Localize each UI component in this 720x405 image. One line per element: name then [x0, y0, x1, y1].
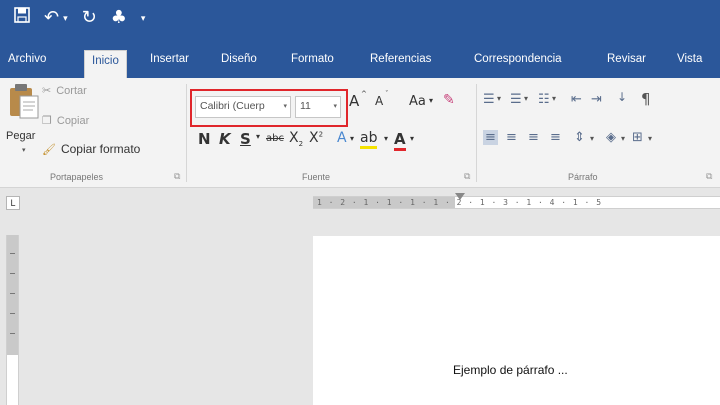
underline-button[interactable]: S: [240, 130, 251, 148]
bullets-icon[interactable]: ☰: [483, 92, 495, 107]
brush-icon: 🖌: [42, 142, 56, 156]
clipboard-group-label: Portapapeles: [50, 172, 104, 182]
multilevel-list-icon[interactable]: ☷: [538, 92, 550, 107]
borders-icon[interactable]: ⊞: [632, 130, 643, 145]
save-icon[interactable]: [14, 7, 30, 29]
numbering-icon[interactable]: ☰: [510, 92, 522, 107]
pilcrow-icon[interactable]: ¶: [641, 90, 651, 108]
document-page[interactable]: Ejemplo de párrafo ...: [313, 236, 720, 405]
ruler-tick: [10, 333, 15, 334]
increase-indent-icon[interactable]: ⇥: [591, 92, 602, 107]
font-color-icon[interactable]: A: [394, 130, 406, 151]
ribbon: Pegar ▾ ✂ Cortar ❐ Copiar 🖌 Copiar forma…: [0, 78, 720, 188]
line-spacing-icon[interactable]: ⇕: [574, 130, 585, 145]
tab-referencias[interactable]: Referencias: [370, 53, 431, 65]
cut-label: Cortar: [56, 84, 87, 97]
font-launcher-icon[interactable]: ⧉: [464, 171, 470, 182]
shading-icon[interactable]: ◈: [606, 130, 616, 145]
superscript-label: X: [309, 130, 319, 146]
bullets-dropdown-icon[interactable]: ▾: [497, 94, 501, 103]
ruler-tick: [10, 293, 15, 294]
clipboard-launcher-icon[interactable]: ⧉: [174, 171, 180, 182]
paste-button-label[interactable]: Pegar: [6, 130, 35, 142]
tab-diseno[interactable]: Diseño: [221, 53, 257, 65]
vertical-ruler[interactable]: [6, 235, 19, 405]
document-paragraph[interactable]: Ejemplo de párrafo ...: [453, 363, 568, 377]
customize-dropdown-icon[interactable]: ▾: [141, 13, 146, 24]
clear-formatting-icon[interactable]: ✎: [443, 92, 455, 108]
touch-mode-icon[interactable]: ♣: [111, 7, 127, 29]
font-color-dropdown-icon[interactable]: ▾: [410, 134, 414, 143]
font-group-label: Fuente: [302, 172, 331, 182]
tab-correspondencia[interactable]: Correspondencia: [474, 53, 562, 65]
subscript-label: X: [289, 130, 299, 146]
grow-caret-icon: ^: [361, 90, 367, 98]
tab-formato[interactable]: Formato: [291, 53, 334, 65]
paragraph-group-label: Párrafo: [568, 172, 598, 182]
undo-dropdown-icon[interactable]: ▾: [63, 13, 68, 24]
italic-button[interactable]: K: [219, 130, 231, 148]
numbering-dropdown-icon[interactable]: ▾: [524, 94, 528, 103]
shading-dropdown-icon[interactable]: ▾: [621, 134, 625, 143]
superscript-button[interactable]: X2: [309, 130, 323, 146]
line-spacing-dropdown-icon[interactable]: ▾: [590, 134, 594, 143]
cut-button[interactable]: ✂ Cortar: [42, 84, 87, 97]
indent-marker-icon[interactable]: [455, 193, 465, 200]
undo-icon[interactable]: ↶: [44, 7, 59, 29]
tab-vista[interactable]: Vista: [677, 53, 702, 65]
ruler-tick: [10, 273, 15, 274]
text-effects-icon[interactable]: A: [337, 130, 347, 146]
highlight-dropdown-icon[interactable]: ▾: [384, 134, 388, 143]
divider: [476, 84, 477, 182]
ruler-tick: [10, 253, 15, 254]
grow-font-button[interactable]: A: [349, 92, 359, 110]
copy-icon: ❐: [42, 114, 52, 127]
align-left-icon[interactable]: ≡: [483, 130, 498, 145]
bold-button[interactable]: N: [198, 130, 211, 148]
divider: [186, 84, 187, 182]
borders-dropdown-icon[interactable]: ▾: [648, 134, 652, 143]
sort-icon[interactable]: ↓: [617, 90, 627, 104]
horizontal-ruler[interactable]: 1 · 2 · 1 · 1 · 1 · 1 · 2 · 1 · 3 · 1 · …: [313, 196, 720, 209]
copy-button[interactable]: ❐ Copiar: [42, 114, 89, 127]
shrink-font-button[interactable]: A: [375, 94, 383, 108]
paragraph-launcher-icon[interactable]: ⧉: [706, 171, 712, 182]
copy-label: Copiar: [56, 114, 90, 127]
change-case-button[interactable]: Aa: [409, 94, 426, 109]
ruler-text-area: [7, 355, 18, 405]
redo-icon[interactable]: ↻: [82, 7, 97, 29]
strikethrough-button[interactable]: abc: [266, 133, 284, 144]
shrink-caret-icon: ˇ: [385, 90, 389, 98]
highlight-icon[interactable]: ab: [360, 130, 378, 149]
ribbon-tabs: Archivo Inicio Insertar Diseño Formato R…: [0, 46, 720, 78]
tab-revisar[interactable]: Revisar: [607, 53, 646, 65]
subscript-button[interactable]: X2: [289, 130, 303, 148]
highlight-box: [190, 89, 348, 127]
decrease-indent-icon[interactable]: ⇤: [571, 92, 582, 107]
align-right-icon[interactable]: ≡: [528, 130, 539, 145]
change-case-dropdown-icon[interactable]: ▾: [429, 96, 433, 105]
ruler-tick: [10, 313, 15, 314]
tab-selector[interactable]: L: [6, 196, 20, 210]
paste-icon[interactable]: [8, 82, 42, 122]
text-effects-dropdown-icon[interactable]: ▾: [350, 134, 354, 143]
format-painter-button[interactable]: 🖌 Copiar formato: [42, 142, 140, 156]
multilevel-dropdown-icon[interactable]: ▾: [552, 94, 556, 103]
tab-inicio[interactable]: Inicio: [84, 50, 127, 78]
paste-dropdown-icon[interactable]: ▾: [22, 146, 26, 154]
underline-dropdown-icon[interactable]: ▾: [256, 132, 260, 141]
justify-icon[interactable]: ≡: [550, 130, 561, 145]
quick-access-toolbar: ↶ ▾ ↻ ♣ ▾: [14, 7, 145, 29]
align-center-icon[interactable]: ≡: [506, 130, 517, 145]
tab-insertar[interactable]: Insertar: [150, 53, 189, 65]
tab-archivo[interactable]: Archivo: [8, 53, 46, 65]
format-painter-label: Copiar formato: [60, 142, 141, 156]
scissors-icon: ✂: [42, 84, 52, 97]
title-bar: ↶ ▾ ↻ ♣ ▾: [0, 0, 720, 46]
